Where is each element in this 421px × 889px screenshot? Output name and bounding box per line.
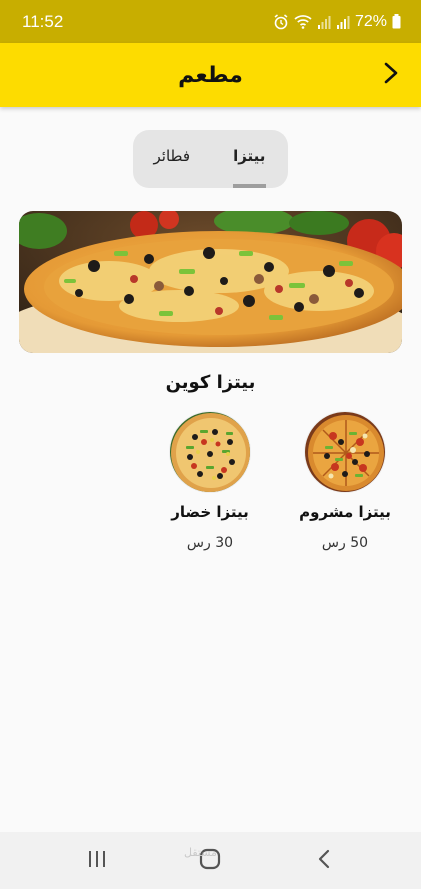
product-card[interactable]: بيتزا مشروم 50 رس [275, 411, 415, 551]
status-time: 11:52 [22, 11, 64, 31]
tab-label: بيتزا [233, 147, 266, 165]
category-tabs: بيتزا فطائر [133, 130, 288, 188]
chevron-right-icon [382, 62, 400, 88]
recent-apps-icon [87, 850, 107, 872]
status-icons: 72% [273, 13, 401, 31]
recent-apps-button[interactable] [77, 841, 117, 881]
signal-icon [317, 15, 331, 29]
back-nav-button[interactable] [304, 841, 344, 881]
alarm-icon [273, 13, 289, 30]
home-button[interactable] [190, 841, 230, 881]
tab-pizza[interactable]: بيتزا [211, 130, 289, 188]
home-icon [199, 848, 221, 874]
app-bar: مطعم [0, 43, 421, 107]
section-title: بيتزا كوين [165, 372, 256, 393]
battery-icon [392, 14, 401, 29]
signal-icon [336, 15, 350, 29]
product-card[interactable]: بيتزا خضار 30 رس [140, 411, 280, 551]
tab-label: فطائر [153, 147, 191, 165]
pizza-vegetable-image [169, 411, 251, 493]
system-nav-bar [0, 832, 421, 889]
app-title: مطعم [178, 62, 243, 88]
battery-percent: 72% [354, 12, 387, 30]
product-name: بيتزا مشروم [299, 503, 391, 521]
product-price: 50 رس [321, 535, 369, 551]
back-button[interactable] [377, 61, 405, 89]
product-name: بيتزا خضار [171, 503, 249, 521]
pizza-mushroom-image [304, 411, 386, 493]
tab-indicator [232, 184, 266, 188]
status-bar: 11:52 72% [0, 0, 421, 43]
back-icon [317, 849, 331, 873]
tab-pies[interactable]: فطائر [133, 130, 211, 188]
product-price: 30 رس [186, 535, 234, 551]
pizza-banner-image [19, 211, 402, 353]
wifi-icon [294, 14, 312, 29]
